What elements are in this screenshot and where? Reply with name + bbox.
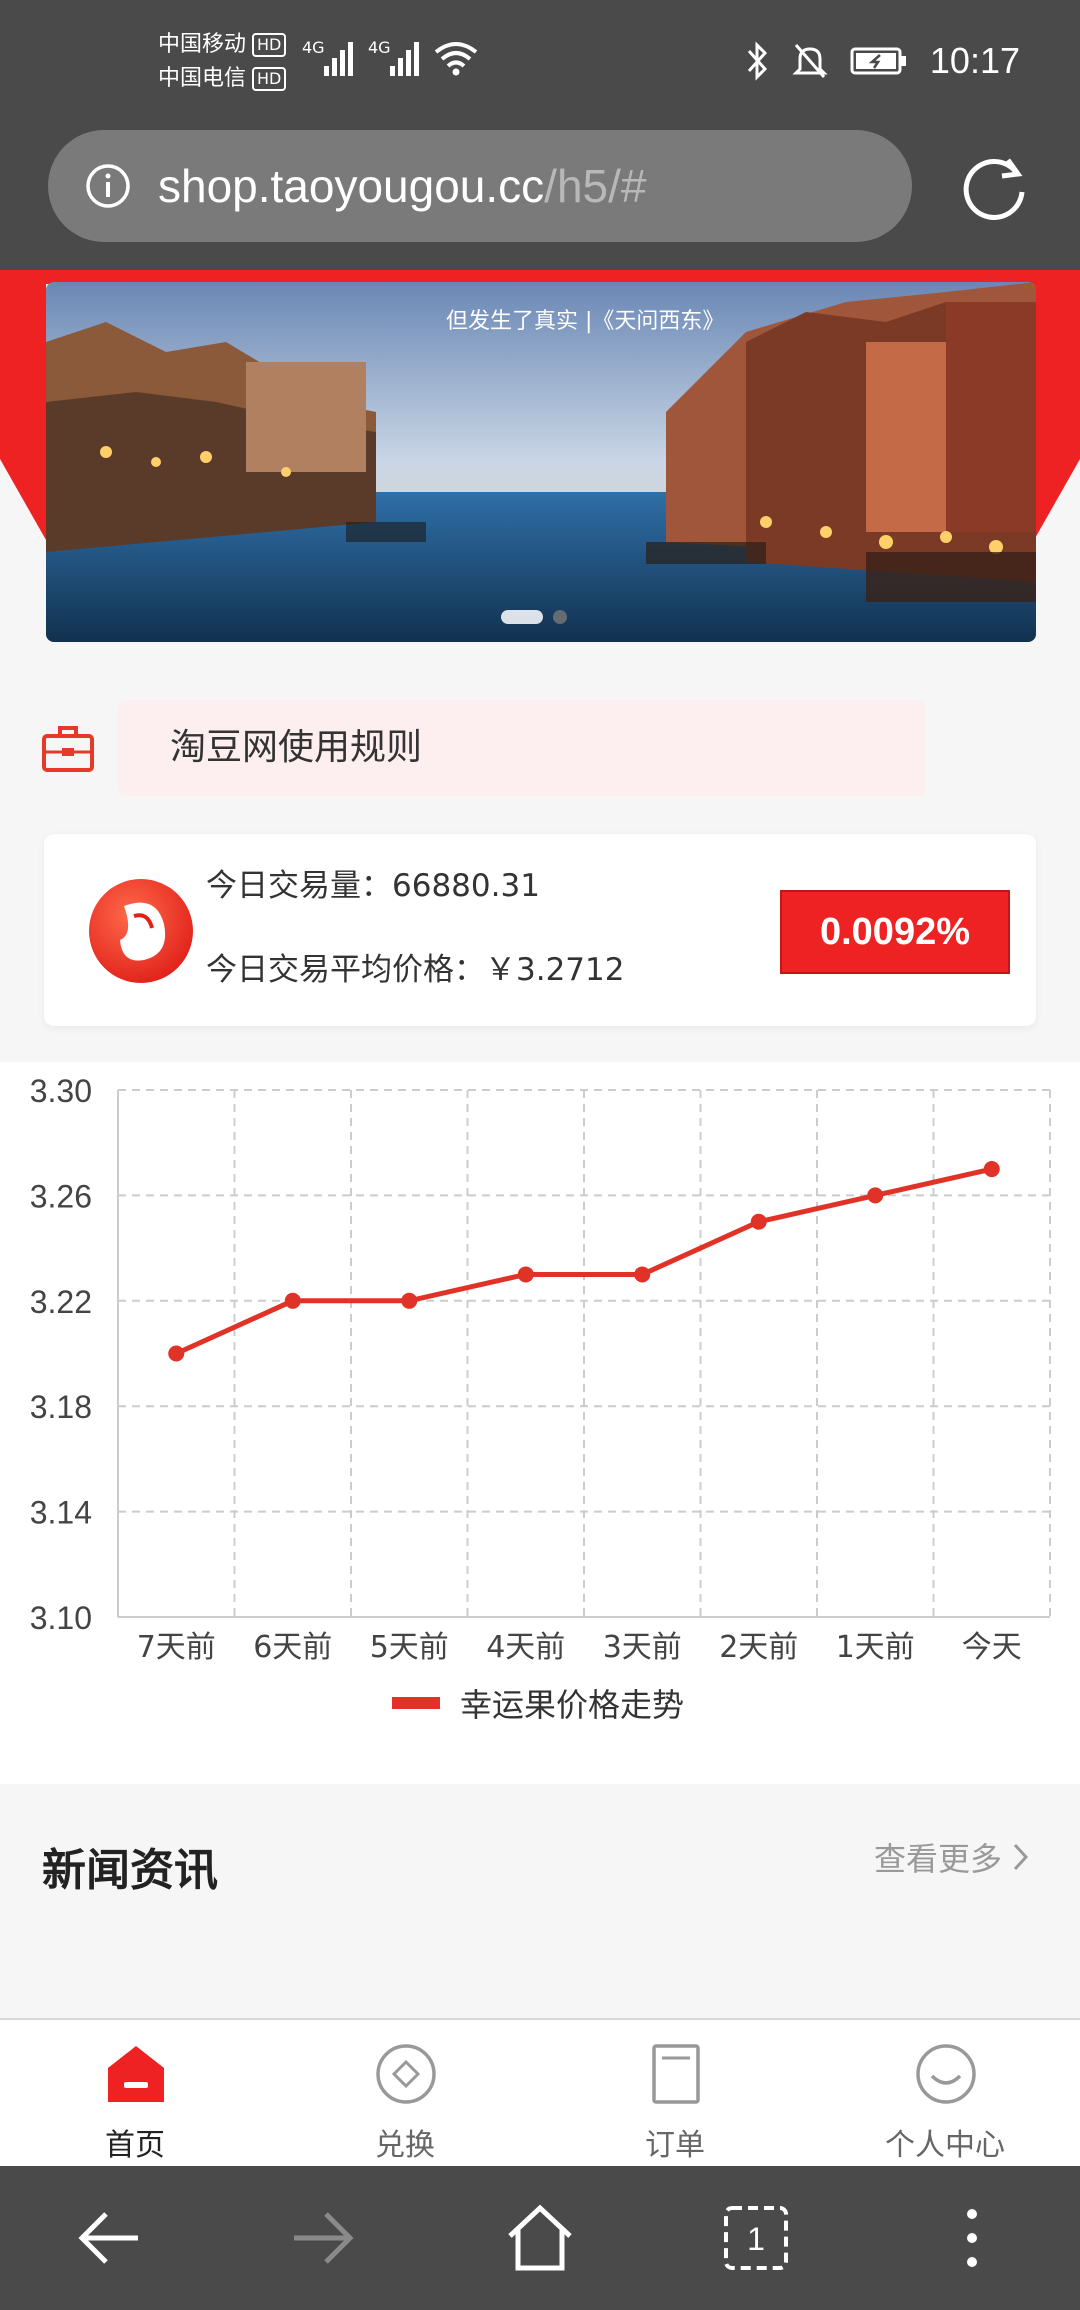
clock: 10:17 [929, 40, 1020, 81]
home-icon [108, 2046, 164, 2102]
avg-price-line: 今日交易平均价格：￥3.2712 [206, 944, 624, 989]
data-point [401, 1292, 418, 1309]
info-icon[interactable] [84, 162, 132, 210]
tab-exchange-label: 兑换 [375, 2128, 435, 2163]
tab-home[interactable]: 首页 [0, 2020, 270, 2166]
volume-label: 今日交易量： [206, 868, 392, 904]
tab-profile[interactable]: 个人中心 [810, 2020, 1080, 2166]
data-point [517, 1266, 534, 1283]
bean-logo-icon [89, 879, 193, 983]
rules-link[interactable]: 淘豆网使用规则 [118, 700, 926, 796]
page-content: 但发生了真实 |《天问西东》 淘豆网使用规则 今日交易量：66880.31 今日… [0, 270, 1080, 2020]
forward-arrow-icon[interactable] [288, 2202, 360, 2274]
banner-image: 但发生了真实 |《天问西东》 [46, 282, 1036, 642]
chart-svg: 3.30 3.26 3.22 3.18 3.14 3.10 7天前 6天前 5天前 4天前 3天前 2… [30, 1073, 1051, 1665]
data-point [168, 1345, 185, 1362]
volume-line: 今日交易量：66880.31 [206, 860, 540, 905]
change-percent-badge: 0.0092% [780, 890, 1010, 974]
exchange-icon [376, 2044, 436, 2104]
data-point [750, 1213, 767, 1230]
x-tick-label: 3天前 [603, 1630, 682, 1665]
tab-home-label: 首页 [105, 2128, 165, 2163]
banner-overlay-text: 但发生了真实 |《天问西东》 [446, 309, 724, 334]
y-tick-label: 3.10 [30, 1600, 92, 1636]
signal-icon-1 [324, 42, 353, 76]
reload-icon[interactable] [960, 152, 1030, 222]
browser-chrome: 中国移动 HD 中国电信 HD 4G 4G 10:17 shop.taoyoug… [0, 0, 1080, 270]
back-arrow-icon[interactable] [72, 2202, 144, 2274]
legend-swatch [392, 1697, 440, 1709]
mute-bell-icon [792, 44, 828, 78]
data-point [634, 1266, 651, 1283]
data-point [983, 1161, 1000, 1178]
signal-icon-2 [390, 42, 419, 76]
stats-card: 今日交易量：66880.31 今日交易平均价格：￥3.2712 0.0092% [44, 834, 1036, 1026]
volume-value: 66880.31 [392, 868, 540, 904]
system-nav-bar: 1 [0, 2166, 1080, 2310]
header-red-side-left [0, 270, 46, 540]
carrier-1: 中国移动 HD [158, 28, 287, 62]
chart-legend: 幸运果价格走势 [392, 1680, 684, 1726]
tab-exchange[interactable]: 兑换 [270, 2020, 540, 2166]
avg-price-label: 今日交易平均价格： [206, 952, 485, 988]
tab-order-label: 订单 [645, 2128, 705, 2163]
status-bar: 中国移动 HD 中国电信 HD 4G 4G 10:17 [0, 0, 1080, 120]
tabs-count: 1 [747, 2221, 765, 2257]
y-tick-label: 3.30 [30, 1073, 92, 1109]
home-nav-icon[interactable] [504, 2202, 576, 2274]
wifi-icon [434, 42, 478, 76]
url-host: shop.taoyougou.cc [158, 160, 545, 212]
more-menu-icon[interactable] [936, 2202, 1008, 2274]
tab-profile-label: 个人中心 [885, 2128, 1005, 2163]
tab-order[interactable]: 订单 [540, 2020, 810, 2166]
news-more-link[interactable]: 查看更多 [874, 1834, 1030, 1880]
avg-price-value: ￥3.2712 [485, 952, 625, 988]
x-tick-label: 5天前 [370, 1630, 449, 1665]
y-tick-label: 3.22 [30, 1284, 92, 1320]
rules-row[interactable]: 淘豆网使用规则 [0, 700, 1080, 800]
x-tick-label: 2天前 [719, 1630, 798, 1665]
carousel-dot-active[interactable] [501, 610, 543, 624]
header-red-side-right [1034, 270, 1080, 540]
hd-badge: HD [252, 33, 287, 57]
x-tick-label: 7天前 [137, 1630, 216, 1665]
data-point [284, 1292, 301, 1309]
url-bar[interactable]: shop.taoyougou.cc/h5/# [48, 130, 912, 242]
tabs-count-icon[interactable]: 1 [720, 2202, 792, 2274]
data-point [867, 1187, 884, 1204]
profile-icon [916, 2044, 976, 2104]
carrier-2-label: 中国电信 [158, 66, 247, 91]
url-path: /h5/# [544, 160, 647, 212]
y-tick-label: 3.14 [30, 1495, 92, 1531]
price-trend-chart: 3.30 3.26 3.22 3.18 3.14 3.10 7天前 6天前 5天前 4天前 3天前 2… [0, 1062, 1080, 1784]
y-tick-label: 3.18 [30, 1389, 92, 1425]
status-right: 10:17 [744, 34, 1020, 88]
order-icon [652, 2044, 700, 2104]
battery-icon [850, 47, 906, 75]
x-tick-label: 今天 [962, 1630, 1022, 1665]
bottom-tab-bar: 首页 兑换 订单 个人中心 [0, 2018, 1080, 2166]
news-section-title: 新闻资讯 [42, 1845, 218, 1896]
x-tick-label: 1天前 [836, 1630, 915, 1665]
more-label: 查看更多 [873, 1840, 1002, 1878]
bluetooth-icon [747, 41, 767, 81]
x-tick-label: 6天前 [253, 1630, 332, 1665]
carrier-2: 中国电信 HD [158, 62, 287, 96]
banner-carousel[interactable]: 但发生了真实 |《天问西东》 [46, 282, 1036, 642]
briefcase-icon [42, 726, 94, 772]
carrier-1-label: 中国移动 [158, 32, 247, 57]
legend-label: 幸运果价格走势 [460, 1686, 685, 1724]
carousel-dot[interactable] [553, 610, 567, 624]
x-tick-label: 4天前 [486, 1630, 565, 1665]
carousel-indicator [501, 610, 567, 624]
y-tick-label: 3.26 [30, 1178, 92, 1214]
chevron-right-icon [1013, 1843, 1029, 1871]
hd-badge-2: HD [252, 67, 287, 91]
